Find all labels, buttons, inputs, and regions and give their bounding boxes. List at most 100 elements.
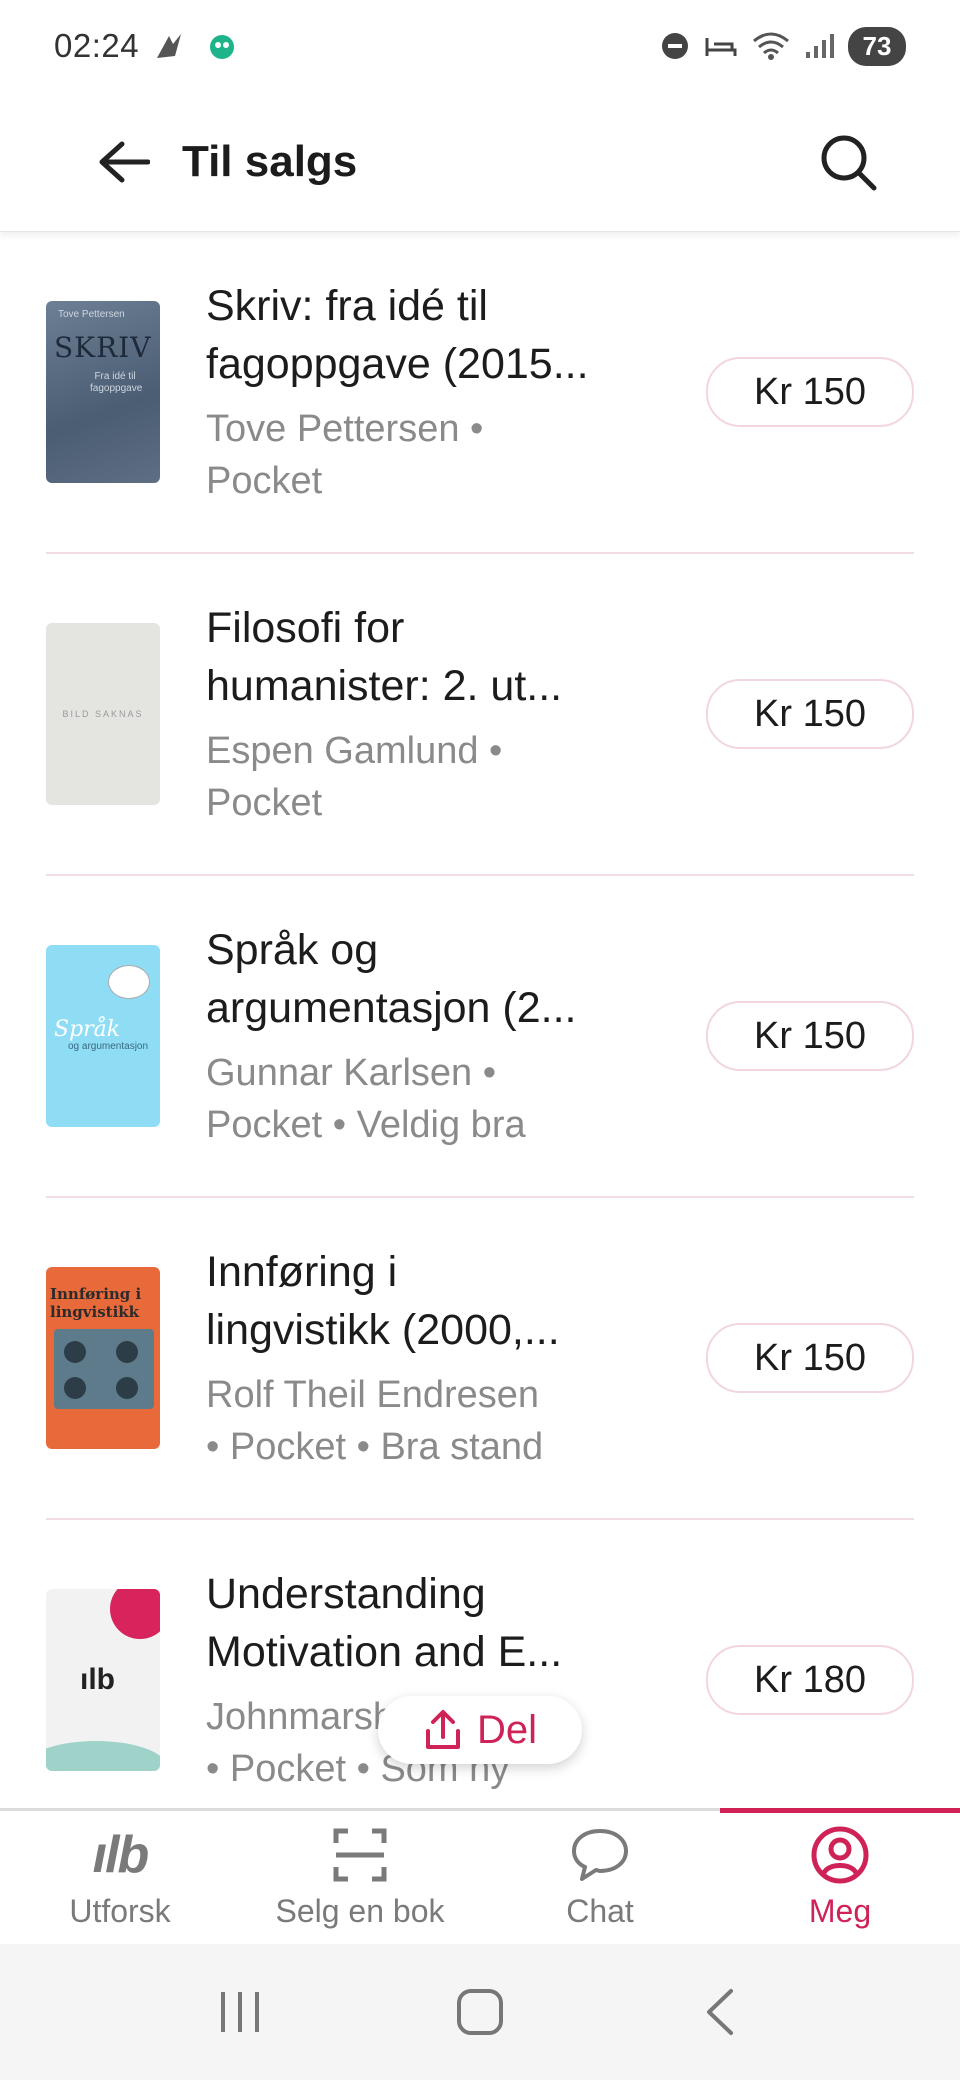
book-info: Filosofi for humanister: 2. ut... Espen … [206,599,688,829]
price-badge[interactable]: Kr 150 [706,1323,914,1393]
book-title: Understanding Motivation and E... [206,1565,658,1681]
cover-subtitle-text: og argumentasjon [68,1041,149,1052]
book-title-line: Språk og [206,926,379,974]
price-badge[interactable]: Kr 150 [706,357,914,427]
search-icon [821,135,877,190]
price-badge[interactable]: Kr 150 [706,1001,914,1071]
book-title-line: Filosofi for [206,604,405,652]
status-time: 02:24 [54,27,140,64]
nav-label: Utforsk [69,1893,171,1929]
cover-dot [116,1341,138,1363]
book-meta: Rolf Theil Endresen • Pocket • Bra stand [206,1369,688,1473]
app-notification-icon [207,31,237,61]
cover-author-text: Tove Pettersen [58,309,125,320]
recent-apps-button[interactable] [200,1972,280,2052]
book-title-line: Innføring i [206,1248,398,1296]
cover-subtitle-text: Fra idé til fagoppgave [90,371,143,394]
book-meta-line: Pocket [206,460,323,502]
signal-icon [804,32,834,60]
cover-dot [116,1377,138,1399]
book-title-line: fagoppgave (2015... [206,340,589,388]
feather-notification-icon [155,32,191,60]
status-left: 02:24 [54,27,237,65]
book-list-item[interactable]: Innføring i lingvistikk Innføring i ling… [46,1198,914,1520]
cover-graphic [54,1329,154,1409]
book-meta-line: Espen Gamlund • [206,730,503,772]
scan-icon [332,1825,388,1885]
book-cover-image: Språk og argumentasjon [46,945,160,1127]
nav-label: Meg [808,1893,872,1929]
chevron-left-icon [707,1989,733,2035]
recent-apps-icon [221,1992,259,2032]
ilb-logo-icon: ılb [92,1826,150,1884]
speech-bubble-graphic [108,965,150,999]
system-navigation-bar [0,1944,960,2080]
book-meta-line: Tove Pettersen • [206,408,484,450]
share-button[interactable]: Del [378,1696,582,1764]
price-badge[interactable]: Kr 180 [706,1645,914,1715]
home-icon [457,1989,503,2035]
book-title: Filosofi for humanister: 2. ut... [206,599,658,715]
book-list-item[interactable]: Tove Pettersen SKRIV Fra idé til fagoppg… [46,232,914,554]
book-title-line: Motivation and E... [206,1628,563,1676]
book-cover-image: ılb [46,1589,160,1771]
battery-indicator: 73 [848,26,906,66]
do-not-disturb-icon [660,31,690,61]
nav-tab-meg[interactable]: Meg [720,1808,960,1944]
book-title-line: Understanding [206,1570,486,1618]
book-cover-image: BILD SAKNAS [46,623,160,805]
sleep-mode-icon [704,32,738,60]
wifi-icon [752,31,790,61]
chat-bubble-icon [570,1825,630,1885]
cover-title-text: Innføring i lingvistikk [50,1285,142,1321]
book-title: Innføring i lingvistikk (2000,... [206,1243,658,1359]
book-meta-line: • Pocket • Bra stand [206,1426,544,1468]
book-info: Innføring i lingvistikk (2000,... Rolf T… [206,1243,688,1473]
nav-tab-utforsk[interactable]: ılb Utforsk [0,1811,240,1944]
cover-dot [64,1377,86,1399]
nav-tab-chat[interactable]: Chat [480,1811,720,1944]
book-meta: Gunnar Karlsen • Pocket • Veldig bra [206,1047,688,1151]
book-title-line: Skriv: fra idé til [206,282,488,330]
book-cover-image: Tove Pettersen SKRIV Fra idé til fagoppg… [46,301,160,483]
cover-placeholder-text: BILD SAKNAS [62,709,144,719]
status-right: 73 [660,26,906,66]
book-meta-line: Gunnar Karlsen • [206,1052,497,1094]
app-bar: Til salgs [0,92,960,232]
cover-logo-text: ılb [80,1663,115,1696]
cover-title-text: SKRIV [54,331,152,364]
book-info: Språk og argumentasjon (2... Gunnar Karl… [206,921,688,1151]
book-meta: Espen Gamlund • Pocket [206,725,688,829]
cover-title-text: Språk [54,1017,121,1042]
book-meta-line: Pocket [206,782,323,824]
book-info: Skriv: fra idé til fagoppgave (2015... T… [206,277,688,507]
book-title: Språk og argumentasjon (2... [206,921,658,1037]
bottom-navigation: ılb Utforsk Selg en bok Chat Meg [0,1808,960,1944]
book-meta-line: Rolf Theil Endresen [206,1374,540,1416]
book-title-line: humanister: 2. ut... [206,662,563,710]
arrow-left-icon [99,141,150,182]
book-title-line: argumentasjon (2... [206,984,577,1032]
share-label: Del [476,1707,538,1752]
price-badge[interactable]: Kr 150 [706,679,914,749]
back-button[interactable] [96,134,152,190]
nav-label: Selg en bok [275,1893,445,1929]
nav-tab-selg-en-bok[interactable]: Selg en bok [240,1811,480,1944]
cover-corner-graphic [110,1589,160,1639]
nav-label: Chat [566,1893,634,1929]
book-cover-image: Innføring i lingvistikk [46,1267,160,1449]
book-list-item[interactable]: Språk og argumentasjon Språk og argument… [46,876,914,1198]
book-meta: Tove Pettersen • Pocket [206,403,688,507]
status-bar: 02:24 73 [0,0,960,92]
book-list: Tove Pettersen SKRIV Fra idé til fagoppg… [0,232,960,1808]
book-meta-line: Pocket • Veldig bra [206,1104,526,1146]
book-list-item[interactable]: ılb Understanding Motivation and E... Jo… [46,1520,914,1808]
page-title: Til salgs [182,136,358,186]
cover-wave-graphic [46,1741,160,1771]
home-button[interactable] [440,1972,520,2052]
book-list-item[interactable]: BILD SAKNAS Filosofi for humanister: 2. … [46,554,914,876]
search-button[interactable] [816,130,880,194]
system-back-button[interactable] [680,1972,760,2052]
book-title-line: lingvistikk (2000,... [206,1306,560,1354]
profile-icon [810,1825,870,1885]
